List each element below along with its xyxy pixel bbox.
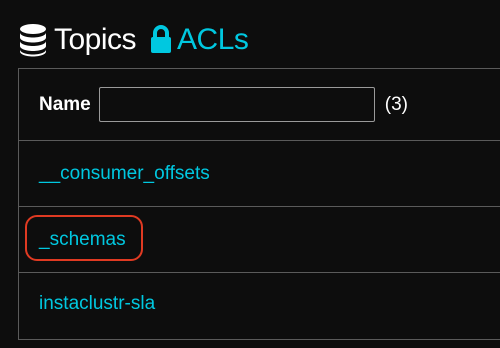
header-tabs: Topics ACLs — [18, 18, 249, 62]
name-filter-input[interactable] — [98, 87, 375, 122]
name-filter-label: Name — [39, 93, 91, 115]
filter-row: Name (3) — [19, 69, 500, 141]
tab-topics[interactable]: Topics — [18, 18, 137, 62]
topic-link-consumer-offsets[interactable]: __consumer_offsets — [39, 163, 210, 185]
table-row: __consumer_offsets — [19, 141, 500, 207]
topic-link-instaclustr-sla[interactable]: instaclustr-sla — [39, 293, 155, 315]
table-row: instaclustr-sla — [19, 273, 500, 334]
topic-count: (3) — [384, 93, 408, 115]
topics-page: Topics ACLs Name (3) __consumer_offsets … — [0, 0, 500, 348]
lock-icon — [150, 25, 172, 55]
topics-table: Name (3) __consumer_offsets _schemas ins… — [18, 68, 500, 340]
topic-link-schemas[interactable]: _schemas — [39, 229, 126, 250]
tab-acls-label: ACLs — [177, 23, 249, 56]
database-icon — [18, 23, 48, 57]
tab-topics-label: Topics — [54, 23, 137, 56]
table-row: _schemas — [19, 207, 500, 273]
highlighted-topic: _schemas — [25, 214, 143, 261]
tab-acls[interactable]: ACLs — [150, 18, 249, 62]
